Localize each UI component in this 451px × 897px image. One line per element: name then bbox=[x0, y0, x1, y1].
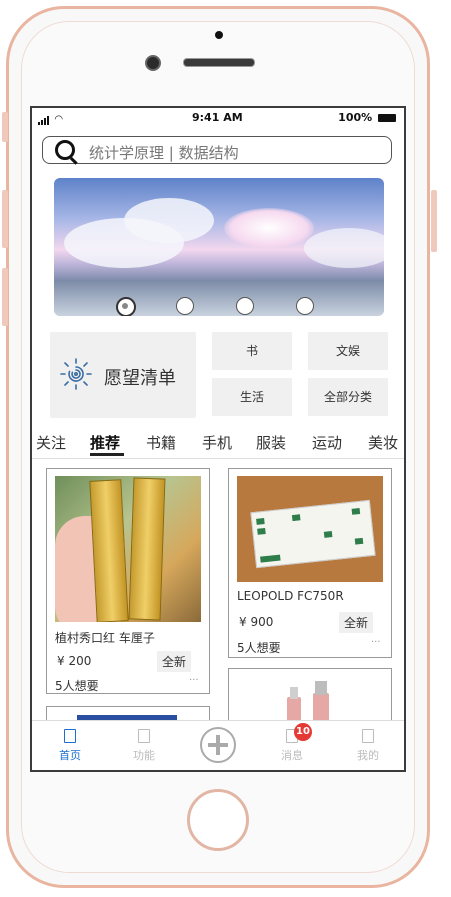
publish-plus-button[interactable] bbox=[200, 727, 236, 763]
status-bar: ◠ 9:41 AM 100% bbox=[32, 108, 404, 126]
nav-profile[interactable]: 我的 bbox=[338, 729, 398, 763]
product-price: ¥ 200 bbox=[57, 654, 92, 668]
tabs-divider bbox=[32, 458, 404, 459]
carousel-dot[interactable] bbox=[236, 297, 254, 315]
product-image-keyboard bbox=[237, 476, 383, 582]
battery-icon bbox=[378, 114, 396, 122]
want-count: 5人想要 bbox=[55, 679, 99, 693]
volume-down-button bbox=[2, 268, 8, 326]
battery-indicator: 100% bbox=[338, 111, 396, 124]
battery-percent: 100% bbox=[338, 111, 373, 124]
category-tabs: 关注 推荐 书籍 手机 服装 运动 美妆 bbox=[32, 428, 404, 458]
bottom-nav: 首页 功能 消息 10 我的 bbox=[32, 720, 404, 770]
home-icon bbox=[64, 729, 76, 743]
wifi-icon: ◠ bbox=[54, 114, 63, 125]
status-time: 9:41 AM bbox=[192, 111, 243, 124]
power-button bbox=[431, 190, 437, 252]
nav-features-label: 功能 bbox=[133, 749, 155, 762]
tab-phones[interactable]: 手机 bbox=[202, 432, 232, 453]
search-placeholder: 统计学原理 | 数据结构 bbox=[89, 144, 239, 162]
lipstick-box bbox=[89, 479, 129, 622]
category-all[interactable]: 全部分类 bbox=[308, 378, 388, 416]
carousel-dot[interactable] bbox=[296, 297, 314, 315]
carousel-dot[interactable] bbox=[176, 297, 194, 315]
carousel-dot[interactable] bbox=[116, 297, 136, 316]
earpiece-speaker bbox=[183, 58, 255, 67]
want-count: 5人想要 bbox=[237, 641, 281, 655]
lipstick-box bbox=[128, 477, 166, 621]
front-camera bbox=[145, 55, 161, 71]
condition-badge: 全新 bbox=[339, 612, 374, 633]
wishlist-card[interactable]: 愿望清单 bbox=[50, 332, 196, 418]
category-books[interactable]: 书 bbox=[212, 332, 292, 370]
messages-badge: 10 bbox=[294, 723, 312, 741]
tab-sports[interactable]: 运动 bbox=[312, 432, 342, 453]
tab-clothing[interactable]: 服装 bbox=[256, 432, 286, 453]
profile-icon bbox=[362, 729, 374, 743]
proximity-sensor bbox=[215, 31, 223, 39]
search-icon bbox=[55, 140, 75, 160]
tab-beauty[interactable]: 美妆 bbox=[368, 432, 398, 453]
volume-up-button bbox=[2, 190, 8, 248]
nav-home[interactable]: 首页 bbox=[40, 729, 100, 763]
active-tab-indicator bbox=[90, 453, 124, 456]
product-title: LEOPOLD FC750R bbox=[237, 589, 344, 603]
sun-swirl-icon bbox=[60, 358, 92, 390]
category-entertainment[interactable]: 文娱 bbox=[308, 332, 388, 370]
features-icon bbox=[138, 729, 150, 743]
category-life[interactable]: 生活 bbox=[212, 378, 292, 416]
carousel-dots bbox=[116, 296, 326, 316]
nav-home-label: 首页 bbox=[59, 749, 81, 762]
product-card[interactable]: LEOPOLD FC750R ¥ 900 全新 5人想要 ··· bbox=[228, 468, 392, 658]
more-icon[interactable]: ··· bbox=[189, 675, 199, 686]
promo-banner-carousel[interactable] bbox=[54, 178, 384, 316]
app-screen: ◠ 9:41 AM 100% 统计学原理 | 数据结构 愿望清单 书 文娱 生活… bbox=[30, 106, 406, 772]
tab-following[interactable]: 关注 bbox=[36, 432, 66, 453]
home-button[interactable] bbox=[187, 789, 249, 851]
nav-messages[interactable]: 消息 bbox=[262, 729, 322, 763]
condition-badge: 全新 bbox=[157, 651, 192, 672]
nav-messages-label: 消息 bbox=[281, 749, 303, 762]
product-card[interactable]: 植村秀口红 车厘子 ¥ 200 全新 5人想要 ··· bbox=[46, 468, 210, 694]
tab-recommended[interactable]: 推荐 bbox=[90, 432, 120, 453]
nav-features[interactable]: 功能 bbox=[114, 729, 174, 763]
search-bar[interactable]: 统计学原理 | 数据结构 bbox=[42, 136, 392, 164]
product-title: 植村秀口红 车厘子 bbox=[55, 631, 155, 645]
banner-sun bbox=[224, 208, 314, 248]
mute-switch bbox=[2, 112, 8, 142]
signal-icon: ◠ bbox=[38, 112, 64, 125]
nav-profile-label: 我的 bbox=[357, 749, 379, 762]
tab-books[interactable]: 书籍 bbox=[146, 432, 176, 453]
wishlist-label: 愿望清单 bbox=[104, 368, 176, 389]
keyboard-shape bbox=[250, 499, 376, 569]
product-price: ¥ 900 bbox=[239, 615, 274, 629]
product-image-lipstick bbox=[55, 476, 201, 622]
more-icon[interactable]: ··· bbox=[371, 637, 381, 648]
